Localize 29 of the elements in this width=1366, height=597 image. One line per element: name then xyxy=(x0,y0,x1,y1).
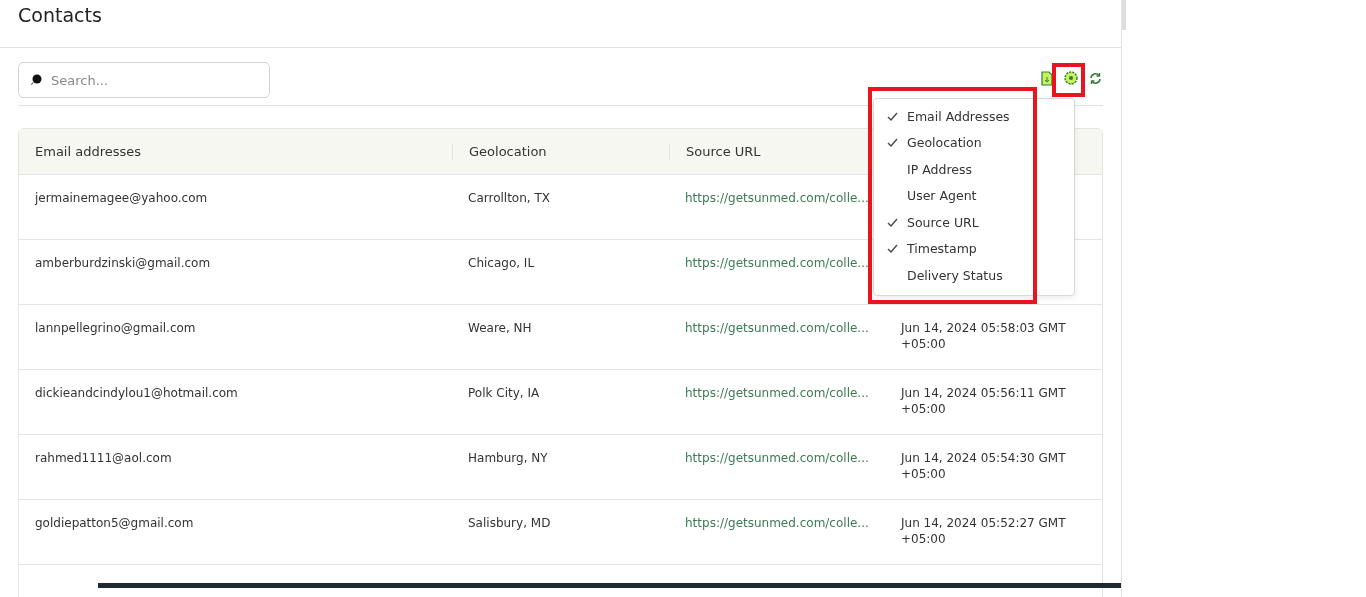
menu-item[interactable]: Timestamp xyxy=(874,235,1074,262)
table-cell-text: jermainemagee@yahoo.com xyxy=(33,190,209,206)
menu-item[interactable]: User Agent xyxy=(874,182,1074,209)
table-cell-text: Polk City, IA xyxy=(467,385,541,401)
source-link[interactable]: https://getsunmed.com/colle... xyxy=(669,370,885,401)
table-cell-text: Jun 14, 2024 05:58:03 GMT +05:00 xyxy=(899,320,1067,352)
table-cell-text: Jun 14, 2024 05:52:27 GMT +05:00 xyxy=(899,515,1067,547)
table-cell-text: Chicago, IL xyxy=(467,255,536,271)
table-cell-text: Hamburg, NY xyxy=(467,450,549,466)
table-cell-text: Jun 14, 2024 05:56:11 GMT +05:00 xyxy=(899,385,1067,417)
table-cell-text: amberburdzinski@gmail.com xyxy=(34,255,212,271)
table-cell-text: Salisbury, MD xyxy=(467,515,552,531)
source-link[interactable]: https://getsunmed.com/colle... xyxy=(669,500,885,531)
table-cell-text: goldiepatton5@gmail.com xyxy=(34,515,195,531)
table-cell-text: rahmed1111@aol.com xyxy=(34,450,173,466)
source-link[interactable]: https://getsunmed.com/colle... xyxy=(669,305,885,336)
column-header: Email addresses xyxy=(34,143,143,160)
table-cell-text: lannpellegrino@gmail.com xyxy=(34,320,197,336)
source-link[interactable]: https://getsunmed.com/colle... xyxy=(669,435,885,466)
search-field[interactable]: Search... xyxy=(18,62,270,98)
table-cell-text: Weare, NH xyxy=(467,320,533,336)
table-cell-text: Carrollton, TX xyxy=(467,190,551,206)
menu-item[interactable]: Email Addresses xyxy=(874,103,1074,130)
menu-item[interactable]: Source URL xyxy=(874,209,1074,236)
table-cell-text: Jun 14, 2024 05:54:30 GMT +05:00 xyxy=(899,450,1067,482)
column-header: Geolocation xyxy=(452,143,669,160)
menu-item[interactable]: Delivery Status xyxy=(874,262,1074,289)
page-title: Contacts xyxy=(18,3,102,26)
table-cell-text: dickieandcindylou1@hotmail.com xyxy=(34,385,239,401)
